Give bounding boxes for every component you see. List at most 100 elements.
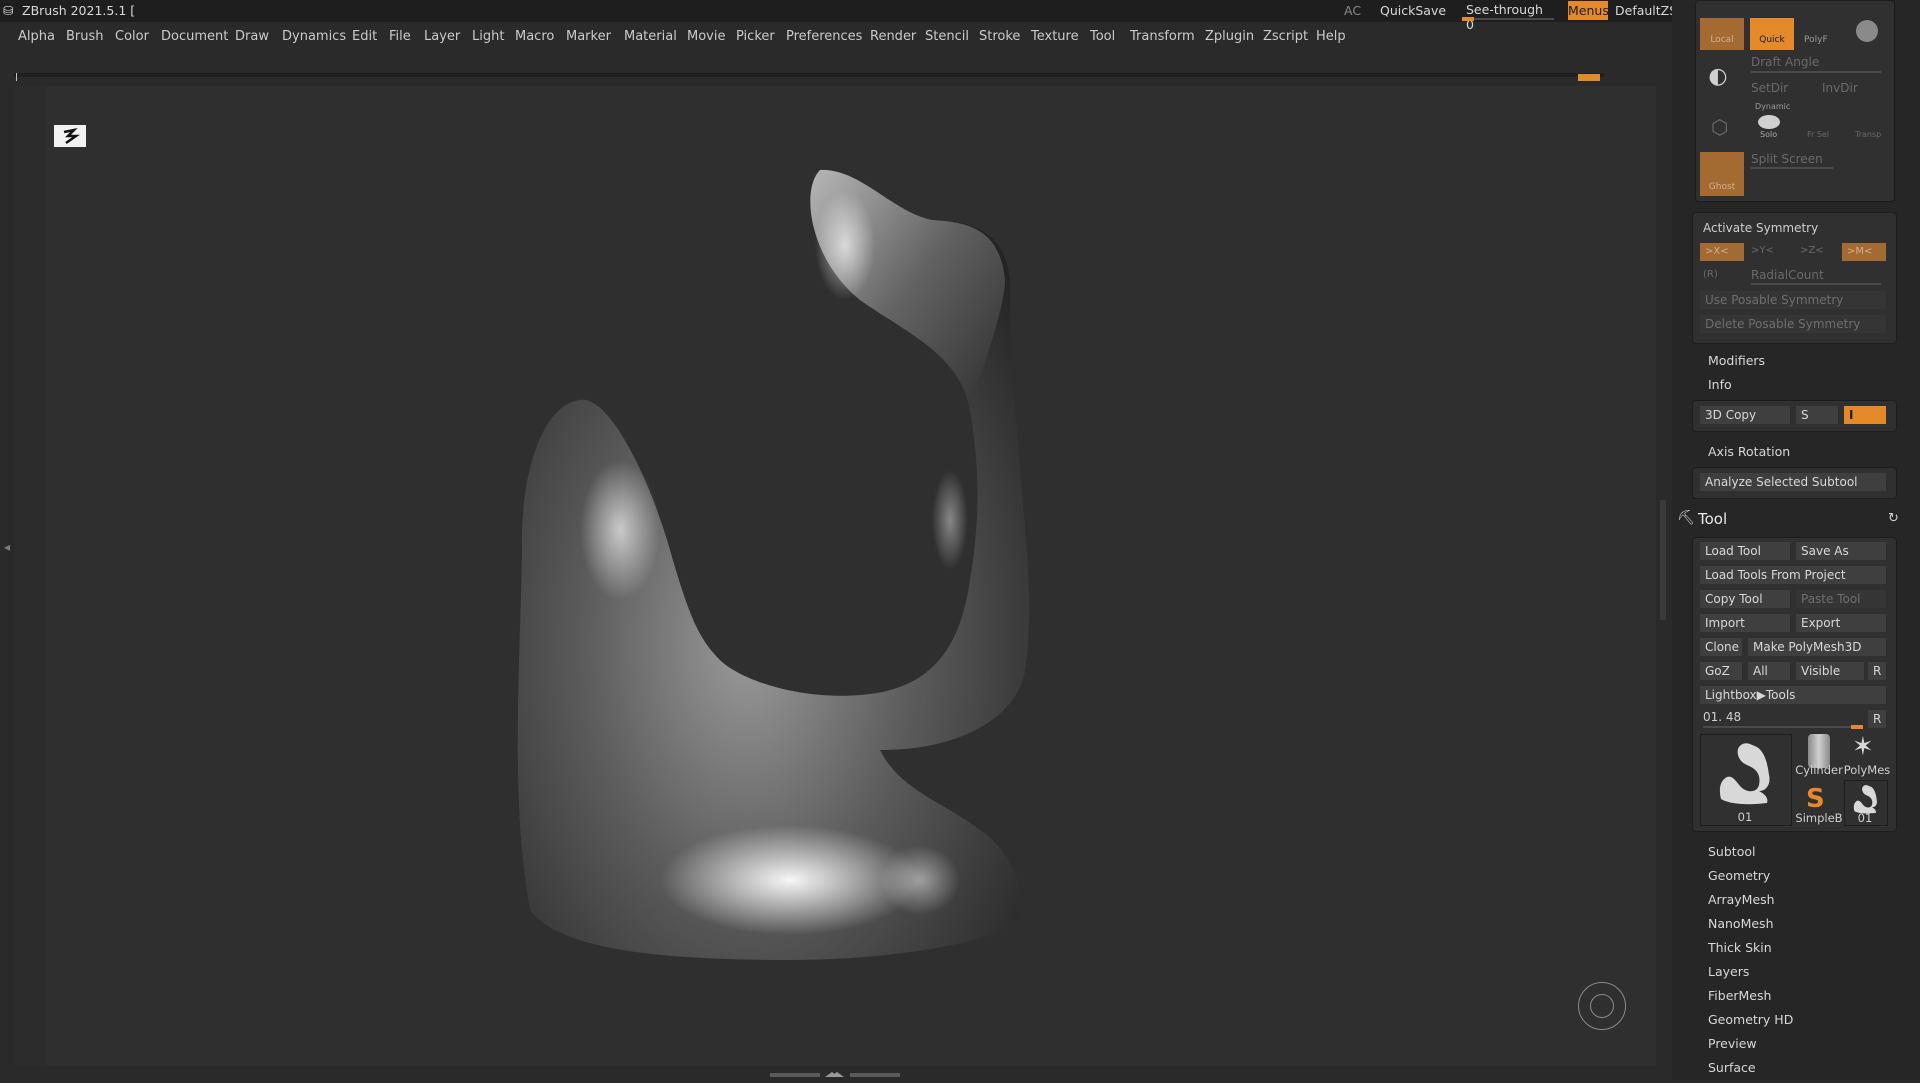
navigation-gizmo-icon[interactable]	[1578, 982, 1626, 1030]
modifiers-section[interactable]: Modifiers	[1708, 353, 1765, 368]
menu-texture[interactable]: Texture	[1031, 29, 1079, 44]
copy-s-button[interactable]: S	[1796, 406, 1838, 424]
seethrough-knob[interactable]	[1462, 17, 1474, 21]
frame-selected-button[interactable]: Fr Sel	[1807, 130, 1829, 139]
menu-tool[interactable]: Tool	[1090, 29, 1115, 44]
goz-visible-button[interactable]: Visible	[1796, 662, 1864, 680]
geometry-hd-section[interactable]: Geometry HD	[1708, 1012, 1793, 1027]
ac-indicator[interactable]: AC	[1344, 3, 1361, 18]
thick-skin-section[interactable]: Thick Skin	[1708, 940, 1772, 955]
tool-palette-title[interactable]: Tool	[1698, 510, 1727, 528]
radial-r-button[interactable]: (R)	[1703, 269, 1718, 280]
menu-macro[interactable]: Macro	[515, 29, 554, 44]
goz-button[interactable]: GoZ	[1700, 662, 1742, 680]
copy-tool-button[interactable]: Copy Tool	[1700, 590, 1790, 608]
draft-angle-slider[interactable]: Draft Angle	[1751, 55, 1819, 69]
layers-section[interactable]: Layers	[1708, 964, 1749, 979]
refresh-icon[interactable]: ↻	[1888, 511, 1899, 526]
info-section[interactable]: Info	[1708, 377, 1732, 392]
menu-help[interactable]: Help	[1316, 29, 1346, 44]
left-tray-toggle-icon[interactable]: ◂	[4, 540, 14, 554]
use-posable-symmetry-button[interactable]: Use Posable Symmetry	[1700, 291, 1886, 309]
sketch-icon[interactable]	[54, 125, 86, 147]
quick-button[interactable]: Quick	[1750, 18, 1794, 50]
tool-slider-r-button[interactable]: R	[1868, 710, 1886, 728]
polymesh-tool-label: PolyMes	[1843, 763, 1891, 777]
menu-document[interactable]: Document	[161, 29, 228, 44]
import-button[interactable]: Import	[1700, 614, 1790, 632]
menu-color[interactable]: Color	[115, 29, 149, 44]
analyze-selected-subtool-button[interactable]: Analyze Selected Subtool	[1700, 473, 1886, 491]
transp-button[interactable]: Transp	[1855, 130, 1881, 139]
menu-preferences[interactable]: Preferences	[786, 29, 862, 44]
menu-draw[interactable]: Draw	[235, 29, 269, 44]
symmetry-m-button[interactable]: >M<	[1842, 243, 1886, 261]
goz-all-button[interactable]: All	[1748, 662, 1790, 680]
symmetry-y-button[interactable]: >Y<	[1751, 245, 1774, 256]
geometry-section[interactable]: Geometry	[1708, 868, 1770, 883]
bottom-tray-handle[interactable]	[770, 1068, 900, 1077]
menu-light[interactable]: Light	[472, 29, 504, 44]
lightbox-tools-button[interactable]: Lightbox▶Tools	[1700, 686, 1886, 704]
invdir-button[interactable]: InvDir	[1822, 81, 1858, 95]
load-tool-button[interactable]: Load Tool	[1700, 542, 1790, 560]
menu-file[interactable]: File	[389, 29, 411, 44]
goz-r-button[interactable]: R	[1868, 662, 1886, 680]
load-tools-from-project-button[interactable]: Load Tools From Project	[1700, 566, 1886, 584]
make-polymesh3d-button[interactable]: Make PolyMesh3D	[1748, 638, 1886, 656]
setdir-button[interactable]: SetDir	[1751, 81, 1788, 95]
save-as-button[interactable]: Save As	[1796, 542, 1886, 560]
menu-zscript[interactable]: Zscript	[1263, 29, 1308, 44]
material-sphere-icon[interactable]	[1856, 20, 1878, 42]
tray-divider[interactable]	[1660, 500, 1666, 620]
sculpt-model[interactable]	[500, 150, 1160, 980]
menu-alpha[interactable]: Alpha	[18, 29, 55, 44]
symmetry-x-button[interactable]: >X<	[1700, 243, 1744, 261]
local-symmetry-button[interactable]: Local	[1700, 18, 1744, 50]
cube-icon[interactable]: ⬡	[1711, 116, 1733, 138]
menu-marker[interactable]: Marker	[566, 29, 611, 44]
polymesh-star-icon[interactable]: ✶	[1852, 732, 1874, 762]
surface-section[interactable]: Surface	[1708, 1060, 1756, 1075]
axis-rotation-section[interactable]: Axis Rotation	[1708, 444, 1790, 459]
menu-dynamics[interactable]: Dynamics	[282, 29, 346, 44]
export-button[interactable]: Export	[1796, 614, 1886, 632]
menu-stencil[interactable]: Stencil	[925, 29, 969, 44]
menu-stroke[interactable]: Stroke	[979, 29, 1020, 44]
arraymesh-section[interactable]: ArrayMesh	[1708, 892, 1775, 907]
menu-picker[interactable]: Picker	[736, 29, 775, 44]
menu-render[interactable]: Render	[870, 29, 916, 44]
subtool-section[interactable]: Subtool	[1708, 844, 1755, 859]
split-screen-button[interactable]: Split Screen	[1751, 152, 1823, 166]
seethrough-track	[1462, 18, 1554, 20]
activate-symmetry-button[interactable]: Activate Symmetry	[1703, 221, 1818, 235]
tool-slider-knob[interactable]	[1851, 725, 1863, 729]
menu-movie[interactable]: Movie	[687, 29, 725, 44]
menus-toggle-button[interactable]: Menus	[1568, 1, 1609, 20]
menu-material[interactable]: Material	[624, 29, 677, 44]
delete-posable-symmetry-button[interactable]: Delete Posable Symmetry	[1700, 315, 1886, 333]
solo-icon[interactable]	[1758, 115, 1780, 129]
nanomesh-section[interactable]: NanoMesh	[1708, 916, 1774, 931]
menu-zplugin[interactable]: Zplugin	[1205, 29, 1254, 44]
3d-copy-button[interactable]: 3D Copy	[1700, 406, 1790, 424]
polyf-button[interactable]: PolyF	[1804, 35, 1828, 45]
simplebrush-tool-icon[interactable]: S	[1806, 784, 1825, 814]
copy-i-button[interactable]: I	[1844, 406, 1886, 424]
symmetry-z-button[interactable]: >Z<	[1800, 245, 1824, 256]
paste-tool-button[interactable]: Paste Tool	[1796, 590, 1886, 608]
menu-brush[interactable]: Brush	[66, 29, 104, 44]
preview-section[interactable]: Preview	[1708, 1036, 1757, 1051]
fibermesh-section[interactable]: FiberMesh	[1708, 988, 1771, 1003]
quicksave-button[interactable]: QuickSave	[1380, 3, 1446, 18]
menu-edit[interactable]: Edit	[352, 29, 377, 44]
seethrough-slider[interactable]: See-through 0	[1462, 2, 1554, 32]
backface-mask-icon[interactable]: ◐	[1703, 64, 1733, 90]
radial-count-slider[interactable]: RadialCount	[1751, 268, 1824, 282]
clone-button[interactable]: Clone	[1700, 638, 1742, 656]
timeline-marker[interactable]	[1578, 74, 1600, 81]
menu-layer[interactable]: Layer	[424, 29, 460, 44]
timeline-track[interactable]	[14, 73, 1604, 77]
ghost-button[interactable]: Ghost	[1700, 152, 1744, 196]
menu-transform[interactable]: Transform	[1130, 29, 1195, 44]
